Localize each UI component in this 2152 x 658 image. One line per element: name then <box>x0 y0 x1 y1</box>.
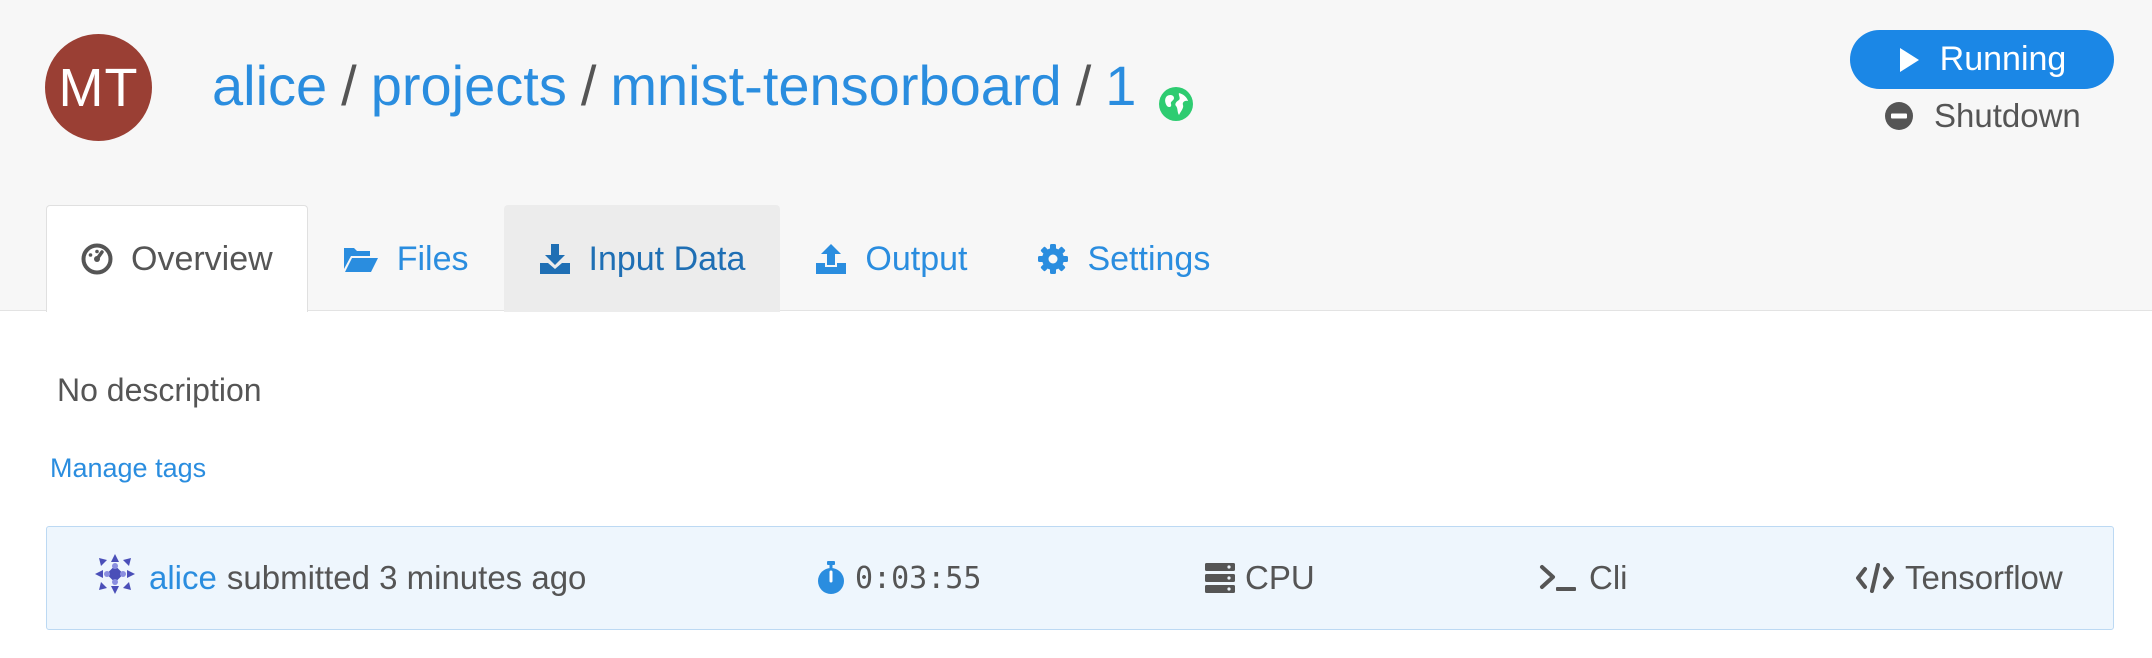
tab-bar: Overview Files Input Data Output Setting… <box>46 205 1245 312</box>
tab-input-data-label: Input Data <box>588 239 746 278</box>
shutdown-button[interactable]: Shutdown <box>1884 94 2081 138</box>
tab-files[interactable]: Files <box>308 205 504 312</box>
play-icon <box>1899 47 1919 72</box>
breadcrumb-separator: / <box>341 53 357 117</box>
running-status-button[interactable]: Running <box>1850 30 2114 89</box>
machine-type: CPU <box>1245 559 1315 596</box>
submitted-time-text: submitted 3 minutes ago <box>226 559 587 596</box>
upload-icon <box>816 244 847 274</box>
submitter-info: alice submitted 3 minutes ago <box>91 527 586 629</box>
breadcrumb-run-number[interactable]: 1 <box>1105 53 1136 118</box>
download-icon <box>539 244 570 274</box>
tab-settings[interactable]: Settings <box>1002 205 1245 312</box>
run-mode: Cli <box>1589 559 1628 596</box>
user-identicon <box>91 550 139 606</box>
running-status-label: Running <box>1939 40 2067 78</box>
manage-tags-link[interactable]: Manage tags <box>50 453 206 484</box>
globe-icon <box>1158 70 1194 121</box>
project-header: MT alice / projects / mnist-tensorboard … <box>0 0 2152 312</box>
gear-icon <box>1038 244 1069 274</box>
machine-info: CPU <box>1205 527 1315 629</box>
tab-output-label: Output <box>865 239 968 278</box>
stopwatch-icon <box>818 561 844 594</box>
server-icon <box>1205 563 1235 593</box>
tab-output[interactable]: Output <box>780 205 1002 312</box>
duration-value: 0:03:55 <box>855 560 982 596</box>
dashboard-icon <box>81 243 113 275</box>
breadcrumb-owner-link[interactable]: alice <box>212 53 327 118</box>
tab-input-data[interactable]: Input Data <box>503 205 781 312</box>
breadcrumb: alice / projects / mnist-tensorboard / 1 <box>212 50 1194 121</box>
tab-files-label: Files <box>396 239 469 278</box>
minus-circle-icon <box>1885 102 1913 130</box>
run-info-bar: alice submitted 3 minutes ago 0:03:55 CP… <box>46 526 2114 630</box>
avatar[interactable]: MT <box>45 34 152 141</box>
breadcrumb-project-link[interactable]: mnist-tensorboard <box>610 53 1061 118</box>
folder-open-icon <box>343 248 378 272</box>
run-description: No description <box>57 372 262 408</box>
framework-name: Tensorflow <box>1905 559 2063 596</box>
tab-overview-label: Overview <box>131 239 273 278</box>
mode-info: Cli <box>1539 527 1628 629</box>
shutdown-label: Shutdown <box>1934 97 2081 134</box>
submitter-user-link[interactable]: alice <box>149 559 217 597</box>
terminal-icon <box>1540 565 1576 591</box>
duration-info: 0:03:55 <box>817 527 981 629</box>
breadcrumb-separator: / <box>1075 53 1092 117</box>
framework-info: Tensorflow <box>1855 527 2063 629</box>
code-icon <box>1856 563 1894 593</box>
breadcrumb-projects-link[interactable]: projects <box>371 53 567 118</box>
breadcrumb-separator: / <box>580 53 597 117</box>
tab-overview[interactable]: Overview <box>46 205 308 312</box>
tab-settings-label: Settings <box>1087 239 1211 278</box>
